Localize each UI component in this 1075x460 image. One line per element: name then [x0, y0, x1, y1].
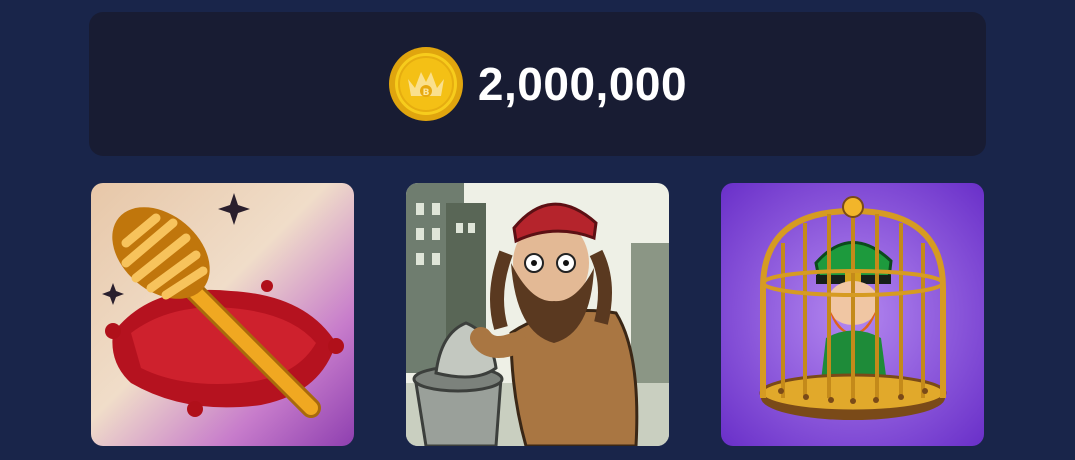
reward-card-homeless-man[interactable]: [406, 183, 669, 446]
caged-leprechaun-image: [721, 183, 984, 446]
reward-card-caged-leprechaun[interactable]: [721, 183, 984, 446]
svg-text:B: B: [422, 88, 429, 98]
balance-panel: B 2,000,000: [89, 12, 986, 156]
toilet-brush-image: [91, 183, 354, 446]
reward-card-toilet-brush[interactable]: [91, 183, 354, 446]
balance-amount: 2,000,000: [477, 58, 688, 110]
reward-cards: [91, 183, 984, 446]
crown-coin-icon: B: [388, 47, 463, 121]
homeless-man-image: [406, 183, 669, 446]
